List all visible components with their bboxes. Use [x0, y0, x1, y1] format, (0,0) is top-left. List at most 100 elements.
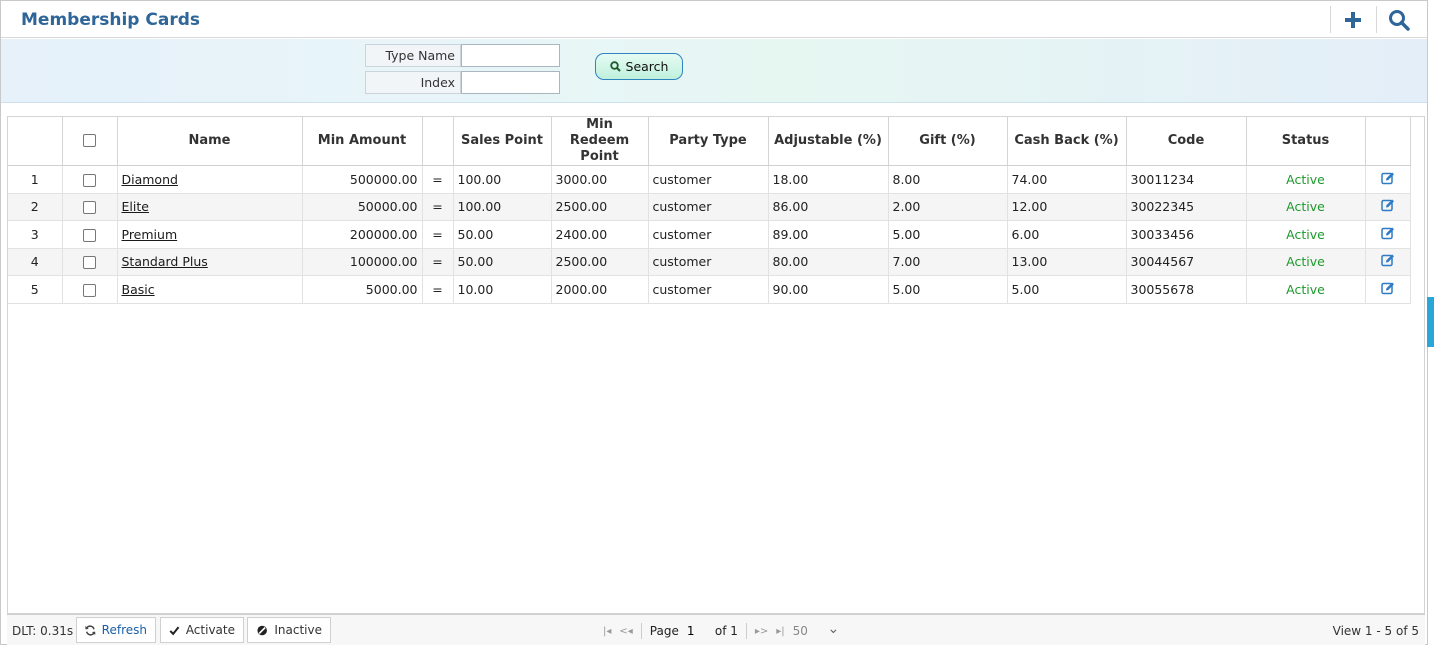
search-icon: [609, 61, 621, 72]
min-amount-cell: 50000.00: [302, 193, 423, 221]
page-total: of 1: [714, 624, 738, 638]
operator-cell: =: [422, 193, 454, 221]
search-icon: [1388, 9, 1410, 31]
col-cash-back[interactable]: Cash Back (%): [1007, 117, 1127, 166]
status-cell: Active: [1246, 220, 1366, 249]
edit-cell: [1365, 220, 1411, 249]
code-cell: 30022345: [1126, 193, 1247, 221]
min-redeem-cell: 2000.00: [551, 275, 649, 304]
operator-cell: =: [422, 248, 454, 276]
col-sales-point[interactable]: Sales Point: [453, 117, 552, 166]
next-page-icon[interactable]: ▸>: [755, 626, 768, 637]
last-page-icon[interactable]: ▸|: [776, 626, 784, 637]
min-redeem-cell: 2500.00: [551, 193, 649, 221]
edit-icon[interactable]: [1380, 281, 1395, 295]
prev-page-icon[interactable]: <◂: [619, 626, 632, 637]
table-row[interactable]: 5 Basic 5000.00 = 10.00 2000.00 customer 90.00 5…: [8, 275, 1411, 304]
col-select-all: [62, 117, 118, 166]
table-row[interactable]: 2 Elite 50000.00 = 100.00 2500.00 customer 86.0…: [8, 193, 1411, 221]
row-checkbox-cell: [62, 165, 118, 194]
edit-icon[interactable]: [1380, 226, 1395, 240]
add-button[interactable]: [1330, 6, 1374, 33]
row-number: 3: [8, 220, 63, 249]
search-button-label: Search: [625, 59, 669, 74]
card-name-link[interactable]: Premium: [122, 227, 178, 242]
cash-back-cell: 13.00: [1007, 248, 1127, 276]
min-redeem-cell: 2500.00: [551, 248, 649, 276]
sales-point-cell: 100.00: [453, 165, 552, 194]
refresh-button[interactable]: Refresh: [76, 617, 156, 643]
edit-cell: [1365, 193, 1411, 221]
gift-cell: 5.00: [888, 220, 1008, 249]
plus-icon: [1344, 11, 1361, 28]
edit-icon[interactable]: [1380, 253, 1395, 267]
check-icon: [169, 626, 180, 635]
code-cell: 30033456: [1126, 220, 1247, 249]
inactive-button[interactable]: Inactive: [247, 617, 331, 643]
sales-point-cell: 100.00: [453, 193, 552, 221]
operator-cell: =: [422, 165, 454, 194]
header-bar: Membership Cards: [1, 1, 1427, 38]
pager-divider: [745, 623, 747, 639]
card-name-link[interactable]: Diamond: [122, 172, 178, 187]
row-checkbox[interactable]: [83, 228, 96, 242]
table-row[interactable]: 4 Standard Plus 100000.00 = 50.00 2500.00 cust…: [8, 248, 1411, 276]
activate-button[interactable]: Activate: [160, 617, 244, 643]
col-min-amount[interactable]: Min Amount: [302, 117, 423, 166]
min-amount-cell: 100000.00: [302, 248, 423, 276]
adjustable-cell: 80.00: [768, 248, 889, 276]
gift-cell: 8.00: [888, 165, 1008, 194]
first-page-icon[interactable]: |◂: [603, 626, 611, 637]
row-checkbox-cell: [62, 220, 118, 249]
card-name-link[interactable]: Standard Plus: [122, 254, 208, 269]
col-adjustable[interactable]: Adjustable (%): [768, 117, 889, 166]
row-checkbox[interactable]: [83, 256, 96, 270]
party-type-cell: customer: [648, 165, 769, 194]
type-name-input[interactable]: [461, 44, 560, 67]
search-panel: Type Name Index Search: [1, 39, 1427, 103]
search-button[interactable]: Search: [595, 53, 683, 80]
row-checkbox[interactable]: [83, 201, 96, 215]
row-number: 5: [8, 275, 63, 304]
code-cell: 30044567: [1126, 248, 1247, 276]
table-row[interactable]: 1 Diamond 500000.00 = 100.00 3000.00 customer 1…: [8, 165, 1411, 194]
edit-icon[interactable]: [1380, 198, 1395, 212]
min-redeem-cell: 3000.00: [551, 165, 649, 194]
ban-icon: [257, 625, 267, 635]
data-table: Name Min Amount Sales Point Min Redeem P…: [8, 117, 1411, 304]
col-min-redeem-point[interactable]: Min Redeem Point: [551, 117, 649, 166]
index-input[interactable]: [461, 71, 560, 94]
min-amount-cell: 500000.00: [302, 165, 423, 194]
membership-cards-grid: Name Min Amount Sales Point Min Redeem P…: [7, 116, 1425, 614]
card-name-link[interactable]: Basic: [122, 282, 155, 297]
page-number-input[interactable]: [686, 623, 707, 639]
row-checkbox[interactable]: [83, 173, 96, 187]
party-type-cell: customer: [648, 248, 769, 276]
card-name-link[interactable]: Elite: [122, 199, 149, 214]
col-code[interactable]: Code: [1126, 117, 1247, 166]
status-cell: Active: [1246, 193, 1366, 221]
table-row[interactable]: 3 Premium 200000.00 = 50.00 2400.00 customer 89…: [8, 220, 1411, 249]
cash-back-cell: 74.00: [1007, 165, 1127, 194]
status-cell: Active: [1246, 165, 1366, 194]
row-checkbox[interactable]: [83, 283, 96, 297]
edit-icon[interactable]: [1380, 171, 1395, 185]
sales-point-cell: 50.00: [453, 220, 552, 249]
col-name[interactable]: Name: [117, 117, 303, 166]
adjustable-cell: 90.00: [768, 275, 889, 304]
select-all-checkbox[interactable]: [83, 134, 96, 147]
rows-per-page-select[interactable]: 50: [793, 624, 837, 638]
col-gift[interactable]: Gift (%): [888, 117, 1008, 166]
scrollbar-thumb[interactable]: [1427, 297, 1434, 347]
search-toggle-button[interactable]: [1376, 6, 1420, 33]
code-cell: 30011234: [1126, 165, 1247, 194]
col-actions: [1365, 117, 1411, 166]
name-cell: Elite: [117, 193, 303, 221]
rows-per-page-value: 50: [792, 624, 808, 638]
edit-cell: [1365, 248, 1411, 276]
min-redeem-cell: 2400.00: [551, 220, 649, 249]
edit-cell: [1365, 165, 1411, 194]
col-status[interactable]: Status: [1246, 117, 1366, 166]
col-party-type[interactable]: Party Type: [648, 117, 769, 166]
name-cell: Diamond: [117, 165, 303, 194]
